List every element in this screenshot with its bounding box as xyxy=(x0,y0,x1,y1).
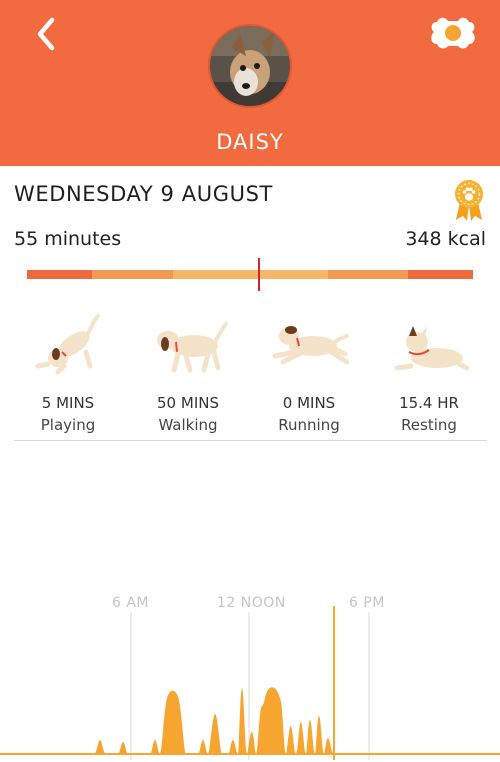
activity-label: Playing xyxy=(40,416,96,434)
progress-segment xyxy=(328,270,408,279)
playing-dog-icon xyxy=(35,314,100,375)
bone-collar-icon xyxy=(431,17,475,49)
chevron-left-icon xyxy=(37,17,55,51)
achievement-badge[interactable] xyxy=(452,178,486,222)
progress-segment xyxy=(408,270,473,279)
walking-dog-icon xyxy=(157,322,228,373)
progress-segment xyxy=(27,270,92,279)
activity-label: Resting xyxy=(401,416,457,434)
date-title: WEDNESDAY 9 AUGUST xyxy=(14,182,273,206)
activity-area xyxy=(0,687,500,754)
section-divider xyxy=(14,440,487,441)
activity-value: 50 MINS xyxy=(157,394,219,412)
calories-burned: 348 kcal xyxy=(405,228,486,250)
activity-playing[interactable]: 5 MINS Playing xyxy=(13,308,123,438)
progress-marker xyxy=(257,258,260,291)
pet-name: DAISY xyxy=(216,130,284,154)
activity-label: Running xyxy=(278,416,340,434)
collar-device-button[interactable] xyxy=(428,12,478,54)
activity-timeline[interactable]: 6 AM 12 NOON 6 PM xyxy=(0,590,500,762)
goal-progress-bar xyxy=(27,270,473,279)
active-minutes: 55 minutes xyxy=(14,228,122,250)
running-dog-icon xyxy=(272,326,349,365)
activity-value: 0 MINS xyxy=(282,394,336,412)
activity-walking[interactable]: 50 MINS Walking xyxy=(133,308,243,438)
progress-segment xyxy=(173,270,328,279)
resting-dog-icon xyxy=(394,326,469,371)
pet-avatar[interactable] xyxy=(208,24,292,108)
profile-header: DAISY xyxy=(0,0,500,166)
progress-segment xyxy=(92,270,173,279)
activity-resting[interactable]: 15.4 HR Resting xyxy=(374,308,484,438)
paw-award-ribbon-icon xyxy=(455,180,483,221)
activity-label: Walking xyxy=(158,416,218,434)
activity-value: 15.4 HR xyxy=(399,394,459,412)
back-button[interactable] xyxy=(30,12,70,56)
activity-value: 5 MINS xyxy=(41,394,95,412)
activity-running[interactable]: 0 MINS Running xyxy=(254,308,364,438)
activity-breakdown: 5 MINS Playing 50 MINS Walking 0 MINS Ru… xyxy=(0,308,500,438)
